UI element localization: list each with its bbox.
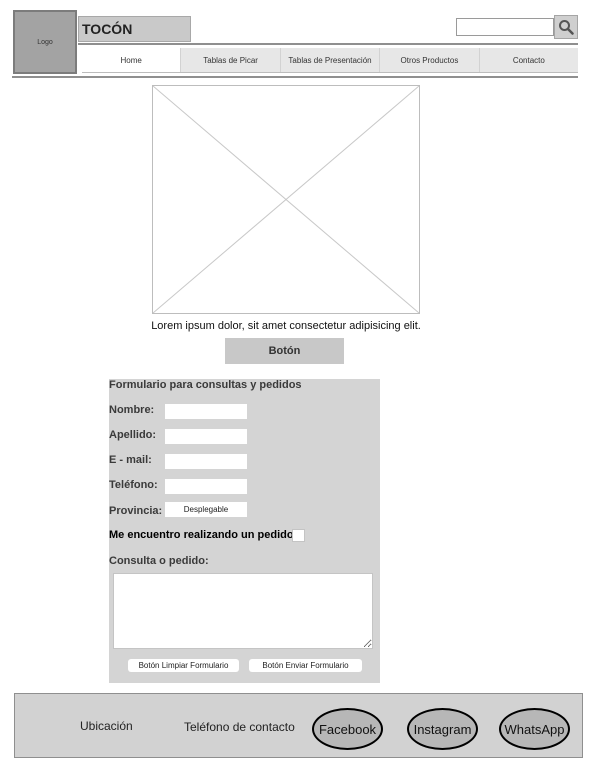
telefono-label: Teléfono:: [109, 479, 158, 491]
form-title: Formulario para consultas y pedidos: [109, 379, 302, 391]
site-title: TOCÓN Maderas: [78, 16, 191, 61]
image-placeholder-icon: [153, 86, 419, 313]
nav-item-contacto[interactable]: Contacto: [480, 48, 578, 72]
apellido-field[interactable]: [165, 429, 247, 444]
nombre-field[interactable]: [165, 404, 247, 419]
logo[interactable]: Logo: [13, 10, 77, 74]
hero-image-placeholder: [152, 85, 420, 314]
order-checkbox[interactable]: [292, 529, 305, 542]
provincia-label: Provincia:: [109, 505, 163, 517]
nav-item-home[interactable]: Home: [82, 48, 182, 72]
apellido-label: Apellido:: [109, 429, 157, 441]
search-icon: [559, 20, 574, 35]
footer-ubicacion[interactable]: Ubicación: [80, 719, 133, 733]
footer-telefono[interactable]: Teléfono de contacto: [184, 720, 295, 734]
order-label: Me encuentro realizando un pedido: [109, 529, 294, 541]
hero-caption: Lorem ipsum dolor, sit amet consectetur …: [151, 320, 421, 332]
instagram-link[interactable]: Instagram: [407, 708, 478, 750]
nombre-label: Nombre:: [109, 404, 155, 416]
consulta-textarea[interactable]: [113, 573, 373, 649]
main-nav: Home Tablas de Picar Tablas de Presentac…: [82, 48, 578, 73]
search-input[interactable]: [456, 18, 554, 36]
telefono-field[interactable]: [165, 479, 247, 494]
facebook-link[interactable]: Facebook: [312, 708, 383, 750]
nav-item-tablas-de-picar[interactable]: Tablas de Picar: [181, 48, 281, 72]
provincia-dropdown[interactable]: Desplegable: [165, 502, 247, 517]
header-bottom-divider: [12, 76, 578, 78]
clear-form-button[interactable]: Botón Limpiar Formulario: [128, 659, 239, 672]
nav-item-otros-productos[interactable]: Otros Productos: [380, 48, 480, 72]
header-divider: [78, 43, 578, 45]
submit-form-button[interactable]: Botón Enviar Formulario: [249, 659, 362, 672]
hero-button[interactable]: Botón: [225, 338, 344, 364]
search-button[interactable]: [554, 15, 578, 39]
footer: Ubicación Teléfono de contacto Facebook …: [14, 693, 583, 758]
consulta-label: Consulta o pedido:: [109, 555, 209, 567]
nav-item-tablas-de-presentacion[interactable]: Tablas de Presentación: [281, 48, 381, 72]
logo-label: Logo: [37, 38, 53, 46]
whatsapp-link[interactable]: WhatsApp: [499, 708, 570, 750]
email-field[interactable]: [165, 454, 247, 469]
contact-form: Formulario para consultas y pedidos Nomb…: [109, 379, 380, 683]
email-label: E - mail:: [109, 454, 152, 466]
